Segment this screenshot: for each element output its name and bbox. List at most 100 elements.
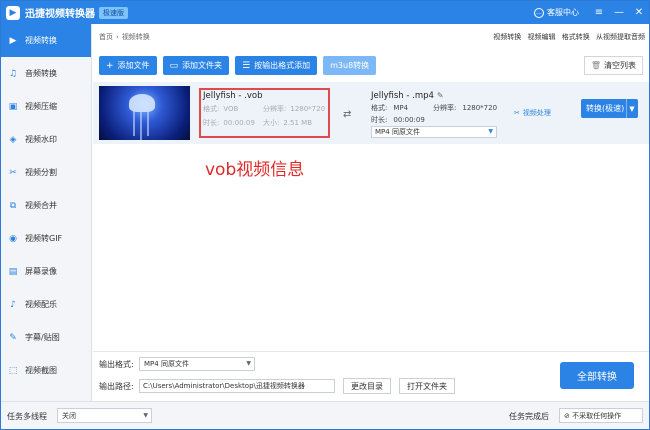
video-process-button[interactable]: ✂ 视频处理 — [514, 108, 551, 118]
source-duration-label: 时长: — [203, 119, 220, 127]
status-bar: 任务多线程 关闭 ▼ 任务完成后 ⊘ 不采取任何操作 — [1, 401, 649, 429]
output-format-label: 输出格式: — [99, 360, 134, 369]
top-link-format-convert[interactable]: 格式转换 — [562, 33, 590, 41]
trash-icon: 🗑 — [590, 61, 601, 70]
target-file-name: Jellyfish - .mp4 — [371, 91, 434, 101]
after-done-select[interactable]: ⊘ 不采取任何操作 — [559, 408, 643, 423]
breadcrumb-current: 视频转换 — [121, 33, 150, 41]
convert-fast-label: 转换(极速) — [586, 104, 625, 113]
breadcrumb-home[interactable]: 首页 — [99, 33, 113, 41]
support-center-button[interactable]: … 客服中心 — [534, 7, 579, 18]
sidebar-item-label: 视频水印 — [25, 135, 57, 144]
output-panel: 输出格式: MP4 同原文件 ▼ 输出路径: C:\Users\Administ… — [93, 351, 649, 401]
sidebar-item-label: 视频压缩 — [25, 102, 57, 111]
chevron-down-icon: ▼ — [246, 360, 251, 367]
convert-options-dropdown[interactable]: ▼ — [626, 99, 637, 118]
sidebar-item-label: 视频转GIF — [25, 234, 63, 243]
clear-list-label: 清空列表 — [604, 61, 636, 70]
source-resolution-value: 1280*720 — [290, 105, 326, 113]
source-size: 大小: 2.51 MB — [263, 118, 312, 128]
sidebar-item-video-merge[interactable]: ⧉ 视频合并 — [1, 189, 91, 222]
top-links: 视频转换 视频编辑 格式转换 从视频提取音频 — [489, 32, 645, 42]
change-directory-button[interactable]: 更改目录 — [343, 378, 391, 394]
audio-icon: ♫ — [8, 68, 18, 79]
sidebar-item-video-convert[interactable]: ▶ 视频转换 — [1, 24, 91, 57]
edit-name-icon[interactable]: ✎ — [437, 91, 444, 100]
m3u8-convert-label: m3u8转换 — [330, 61, 370, 70]
after-done-value: 不采取任何操作 — [572, 411, 622, 420]
toolbar: + 添加文件 ▭ 添加文件夹 ☰ 按输出格式添加 m3u8转换 — [99, 56, 382, 75]
chat-icon: … — [534, 7, 544, 18]
output-format-select[interactable]: MP4 同原文件 ▼ — [139, 357, 255, 371]
app-window: ▶ 迅捷视频转换器 极速版 … 客服中心 ≡ — ✕ ▶ 视频转换 ♫ 音频转换… — [0, 0, 650, 430]
no-action-icon: ⊘ — [564, 411, 573, 420]
watermark-icon: ◈ — [9, 134, 17, 145]
sidebar-item-video-compress[interactable]: ▣ 视频压缩 — [1, 90, 91, 123]
sidebar-item-screen-record[interactable]: ▤ 屏幕录像 — [1, 255, 91, 288]
target-format: 格式: MP4 — [371, 103, 408, 113]
top-link-extract-audio[interactable]: 从视频提取音频 — [596, 33, 645, 41]
output-path-field[interactable]: C:\Users\Administrator\Desktop\迅捷视频转换器 — [139, 379, 335, 393]
close-icon[interactable]: ✕ — [629, 1, 649, 24]
sidebar-item-label: 视频合并 — [25, 201, 57, 210]
sidebar-item-label: 视频配乐 — [25, 300, 57, 309]
sidebar-item-subtitle-sticker[interactable]: ✎ 字幕/贴图 — [1, 321, 91, 354]
app-title: 迅捷视频转换器 — [25, 9, 95, 20]
target-resolution-label: 分辨率: — [433, 104, 457, 112]
add-folder-button[interactable]: ▭ 添加文件夹 — [162, 56, 230, 75]
title-bar: ▶ 迅捷视频转换器 极速版 … 客服中心 ≡ — ✕ — [1, 1, 649, 24]
add-by-format-label: 按输出格式添加 — [254, 61, 311, 70]
chevron-down-icon: ▼ — [143, 412, 148, 419]
split-icon: ✂ — [9, 167, 17, 178]
add-file-button[interactable]: + 添加文件 — [99, 56, 157, 75]
sidebar-item-label: 视频转换 — [25, 36, 57, 45]
menu-icon[interactable]: ≡ — [589, 1, 609, 24]
add-file-label: 添加文件 — [117, 61, 150, 70]
output-path-label: 输出路径: — [99, 382, 134, 391]
minimize-icon[interactable]: — — [609, 1, 629, 24]
jellyfish-tentacle — [140, 110, 142, 140]
clear-list-button[interactable]: 🗑 清空列表 — [583, 56, 643, 75]
target-resolution-value: 1280*720 — [462, 104, 498, 112]
source-duration-value: 00:00:09 — [223, 119, 255, 127]
convert-arrow-icon: ⇄ — [343, 109, 352, 120]
file-row: Jellyfish - .vob 格式: VOB 分辨率: 1280*720 时长:… — [93, 82, 649, 144]
jellyfish-tentacle — [133, 110, 135, 136]
folder-icon: ▭ — [169, 60, 179, 71]
target-duration-label: 时长: — [371, 116, 388, 124]
target-format-label: 格式: — [371, 104, 388, 112]
source-format-value: VOB — [223, 105, 239, 113]
sidebar-item-label: 音频转换 — [25, 69, 57, 78]
sidebar-item-video-split[interactable]: ✂ 视频分割 — [1, 156, 91, 189]
video-thumbnail[interactable] — [99, 86, 190, 140]
add-by-format-button[interactable]: ☰ 按输出格式添加 — [235, 56, 318, 75]
target-duration-value: 00:00:09 — [393, 116, 425, 124]
m3u8-convert-button[interactable]: m3u8转换 — [323, 56, 377, 75]
screenshot-icon: ⬚ — [8, 365, 18, 376]
compress-icon: ▣ — [8, 101, 18, 112]
sidebar-item-label: 视频分割 — [25, 168, 57, 177]
sidebar-item-video-to-gif[interactable]: ◉ 视频转GIF — [1, 222, 91, 255]
target-format-select[interactable]: MP4 同原文件 ▼ — [371, 126, 497, 138]
sidebar-item-video-watermark[interactable]: ◈ 视频水印 — [1, 123, 91, 156]
sidebar-item-video-music[interactable]: ♪ 视频配乐 — [1, 288, 91, 321]
top-link-video-convert[interactable]: 视频转换 — [493, 33, 521, 41]
sidebar-item-video-screenshot[interactable]: ⬚ 视频截图 — [1, 354, 91, 387]
jellyfish-tentacle — [147, 110, 149, 136]
title-bar-right: … 客服中心 ≡ — ✕ — [534, 1, 649, 24]
convert-all-button[interactable]: 全部转换 — [560, 362, 634, 389]
after-done-label: 任务完成后 — [509, 412, 549, 421]
top-link-video-edit[interactable]: 视频编辑 — [528, 33, 556, 41]
multithread-value: 关闭 — [62, 411, 76, 420]
target-duration: 时长: 00:00:09 — [371, 115, 425, 125]
open-folder-button[interactable]: 打开文件夹 — [399, 378, 455, 394]
target-resolution: 分辨率: 1280*720 — [433, 103, 497, 113]
sidebar: ▶ 视频转换 ♫ 音频转换 ▣ 视频压缩 ◈ 视频水印 ✂ 视频分割 ⧉ 视频合… — [1, 24, 92, 401]
source-file-name: Jellyfish - .vob — [203, 91, 263, 101]
list-icon: ☰ — [242, 60, 251, 71]
sidebar-item-audio-convert[interactable]: ♫ 音频转换 — [1, 57, 91, 90]
output-format-value: MP4 同原文件 — [144, 360, 189, 368]
plus-icon: + — [106, 60, 114, 71]
multithread-select[interactable]: 关闭 ▼ — [57, 408, 152, 423]
sidebar-item-label: 屏幕录像 — [25, 267, 57, 276]
